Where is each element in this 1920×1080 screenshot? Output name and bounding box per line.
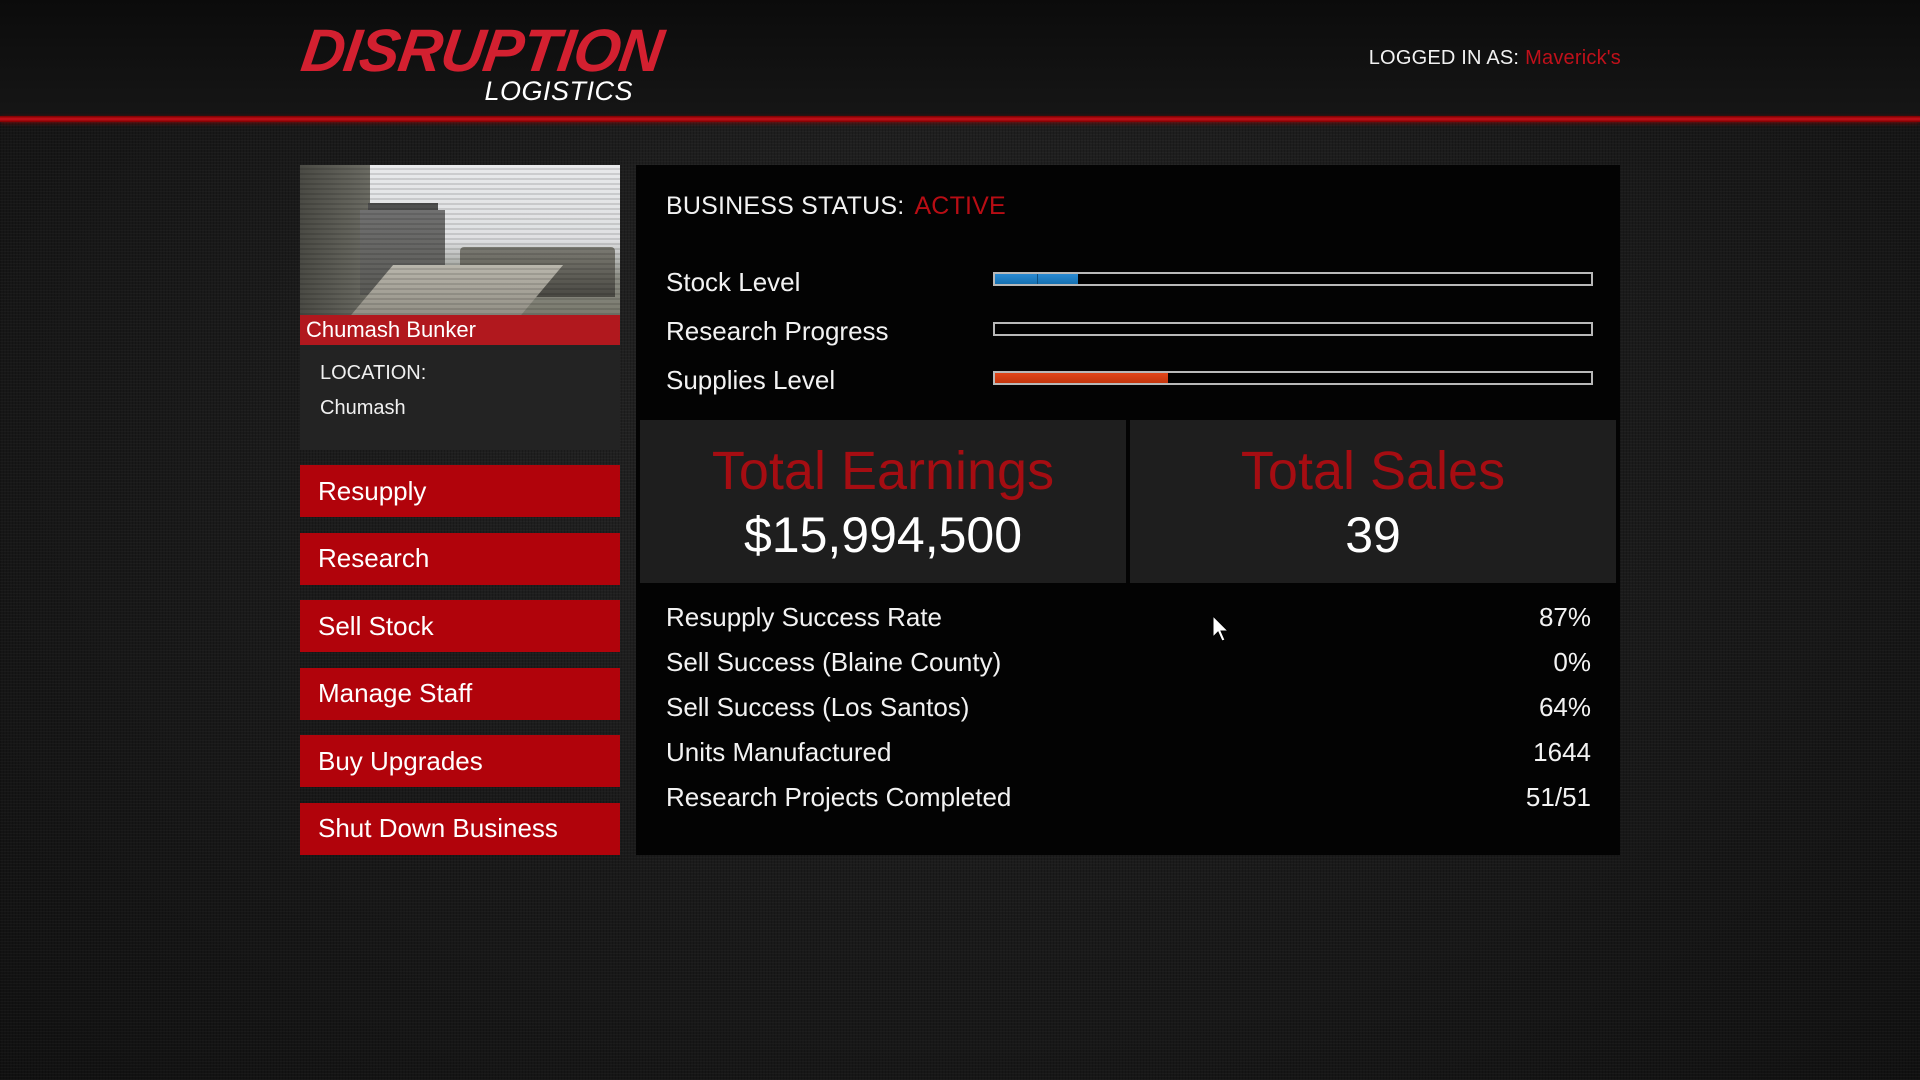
stats-list: Resupply Success Rate 87% Sell Success (… xyxy=(666,602,1591,827)
research-progress-label: Research Progress xyxy=(666,316,889,346)
logo-main-text: DISRUPTION xyxy=(297,17,667,84)
business-status-value: ACTIVE xyxy=(914,192,1006,220)
stat-value: 51/51 xyxy=(1525,782,1591,812)
sell-stock-button[interactable]: Sell Stock xyxy=(300,600,620,652)
total-sales-value: 39 xyxy=(1345,507,1401,563)
research-button[interactable]: Research xyxy=(300,532,620,585)
buy-upgrades-button[interactable]: Buy Upgrades xyxy=(300,735,620,787)
stock-level-meter xyxy=(993,272,1593,286)
research-progress-meter xyxy=(993,322,1593,336)
stat-value: 87% xyxy=(1538,602,1591,632)
stat-row: Research Projects Completed 51/51 xyxy=(666,782,1591,827)
stat-row: Units Manufactured 1644 xyxy=(666,737,1591,782)
business-photo xyxy=(300,165,620,315)
business-status: BUSINESS STATUS: ACTIVE xyxy=(666,192,1006,221)
location-label: LOCATION: xyxy=(320,362,427,384)
total-earnings-box: Total Earnings $15,994,500 xyxy=(640,420,1126,583)
stat-row: Sell Success (Los Santos) 64% xyxy=(666,692,1591,737)
action-menu: Resupply Research Sell Stock Manage Staf… xyxy=(300,465,620,870)
stat-label: Units Manufactured xyxy=(666,737,892,767)
logo-sub-text: LOGISTICS xyxy=(484,76,633,106)
business-name: Chumash Bunker xyxy=(300,315,620,345)
total-earnings-label: Total Earnings xyxy=(711,441,1055,501)
business-overview-panel: BUSINESS STATUS: ACTIVE Stock Level Resea… xyxy=(636,165,1620,855)
supplies-level-label: Supplies Level xyxy=(666,365,836,395)
stat-row: Sell Success (Blaine County) 0% xyxy=(666,647,1591,692)
header-divider xyxy=(0,116,1920,122)
shut-down-business-button[interactable]: Shut Down Business xyxy=(300,802,620,855)
location-value: Chumash xyxy=(320,397,406,419)
resupply-button[interactable]: Resupply xyxy=(300,465,620,517)
stat-value: 64% xyxy=(1538,692,1591,722)
stat-value: 1644 xyxy=(1533,737,1591,767)
disruption-logistics-logo: DISRUPTION LOGISTICS xyxy=(297,17,666,108)
stat-value: 0% xyxy=(1553,647,1591,677)
manage-staff-button[interactable]: Manage Staff xyxy=(300,667,620,720)
stock-level-label: Stock Level xyxy=(666,267,801,297)
stat-row: Resupply Success Rate 87% xyxy=(666,602,1591,647)
total-earnings-value: $15,994,500 xyxy=(743,507,1023,563)
total-sales-box: Total Sales 39 xyxy=(1130,420,1616,583)
mouse-cursor-icon xyxy=(1212,615,1230,642)
total-sales-label: Total Sales xyxy=(1240,441,1506,501)
stock-level-fill xyxy=(995,274,1079,284)
stat-label: Research Projects Completed xyxy=(666,782,1012,812)
logged-in-indicator: LOGGED IN AS: Maverick's xyxy=(1369,47,1621,70)
stat-label: Sell Success (Los Santos) xyxy=(666,692,970,722)
logged-in-label: LOGGED IN AS: xyxy=(1368,47,1520,69)
stat-label: Resupply Success Rate xyxy=(666,602,943,632)
business-card: Chumash Bunker LOCATION: Chumash xyxy=(300,165,620,450)
logged-in-user: Maverick's xyxy=(1525,47,1621,69)
supplies-level-meter xyxy=(993,371,1593,385)
business-status-label: BUSINESS STATUS: xyxy=(666,192,905,220)
header-bar xyxy=(0,0,1920,117)
supplies-level-fill xyxy=(995,373,1168,383)
stat-label: Sell Success (Blaine County) xyxy=(666,647,1002,677)
